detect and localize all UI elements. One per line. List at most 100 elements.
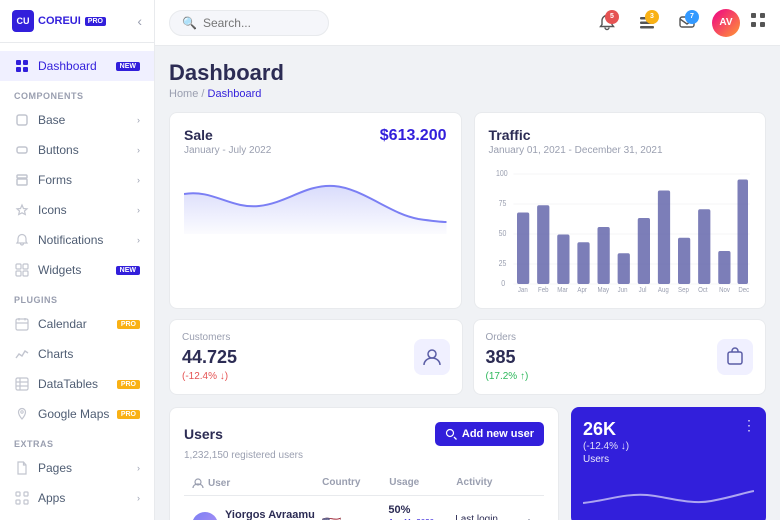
breadcrumb-current: Dashboard xyxy=(208,88,262,100)
sidebar-item-calendar[interactable]: Calendar PRO xyxy=(0,309,154,339)
user-avatar: YA xyxy=(192,512,218,520)
svg-text:Aug: Aug xyxy=(657,287,668,294)
traffic-card: Traffic January 01, 2021 - December 31, … xyxy=(474,112,767,309)
users-section: Users Add new user 1,232,150 registered … xyxy=(169,407,559,520)
sidebar-item-docs[interactable]: Docs xyxy=(0,513,154,520)
sidebar-item-label: Notifications xyxy=(38,233,103,247)
map-icon xyxy=(14,406,30,422)
sidebar-item-charts[interactable]: Charts xyxy=(0,339,154,369)
logo: CU COREUI PRO xyxy=(12,10,106,32)
svg-text:Apr: Apr xyxy=(577,287,587,294)
orders-label: Orders xyxy=(486,332,529,343)
metric-menu-button[interactable]: ⋮ xyxy=(742,417,756,434)
base-icon xyxy=(14,112,30,128)
chevron-icon: › xyxy=(137,205,140,215)
sidebar-item-label: Calendar xyxy=(38,317,87,331)
sidebar-item-dashboard[interactable]: Dashboard NEW xyxy=(0,51,154,81)
col-activity: Activity xyxy=(456,477,519,489)
add-user-button[interactable]: Add new user xyxy=(435,422,544,446)
customers-icon xyxy=(414,339,450,375)
sidebar-item-label: Widgets xyxy=(38,263,81,277)
sidebar-item-buttons[interactable]: Buttons › xyxy=(0,135,154,165)
sidebar-item-apps[interactable]: Apps › xyxy=(0,483,154,513)
section-plugins: PLUGINS xyxy=(0,285,154,309)
datatables-icon xyxy=(14,376,30,392)
section-components: COMPONENTS xyxy=(0,81,154,105)
list-button[interactable]: 3 xyxy=(632,8,662,38)
svg-text:0: 0 xyxy=(501,279,505,289)
metric-users-change: (-12.4% ↓) xyxy=(583,441,754,452)
svg-text:Feb: Feb xyxy=(538,287,549,294)
sidebar-item-pages[interactable]: Pages › xyxy=(0,453,154,483)
svg-text:Dec: Dec xyxy=(738,287,750,294)
logo-text: COREUI xyxy=(38,15,81,27)
apps-icon xyxy=(14,490,30,506)
sidebar-item-label: Google Maps xyxy=(38,407,109,421)
customers-stat-card: Customers 44.725 (-12.4% ↓) xyxy=(169,319,463,395)
sidebar-item-widgets[interactable]: Widgets NEW xyxy=(0,255,154,285)
sale-chart xyxy=(184,164,447,234)
search-input[interactable] xyxy=(203,16,303,30)
traffic-title: Traffic xyxy=(489,127,752,143)
col-user: User xyxy=(208,478,230,489)
search-box[interactable]: 🔍 xyxy=(169,10,329,36)
sidebar-item-forms[interactable]: Forms › xyxy=(0,165,154,195)
user-flag: 🇺🇸 xyxy=(322,515,385,520)
grid-apps-button[interactable] xyxy=(750,12,766,33)
page-title: Dashboard xyxy=(169,60,766,86)
chevron-icon: › xyxy=(137,145,140,155)
add-user-label: Add new user xyxy=(462,428,534,440)
pages-icon xyxy=(14,460,30,476)
orders-value: 385 xyxy=(486,347,529,368)
notifications-icon xyxy=(14,232,30,248)
sidebar-item-notifications[interactable]: Notifications › xyxy=(0,225,154,255)
table-row: YA Yiorgos Avraamu New | Registered: Jan… xyxy=(184,496,544,520)
widgets-icon xyxy=(14,262,30,278)
svg-text:50: 50 xyxy=(498,229,506,239)
metric-users-label: Users xyxy=(583,454,754,465)
metric-users-card: ⋮ 26K (-12.4% ↓) Users xyxy=(571,407,766,520)
avatar[interactable]: AV xyxy=(712,9,740,37)
sidebar-item-datatables[interactable]: DataTables PRO xyxy=(0,369,154,399)
svg-text:May: May xyxy=(597,287,609,294)
metric-users-chart xyxy=(583,473,754,513)
dashboard-icon xyxy=(14,58,30,74)
sidebar: CU COREUI PRO ‹ Dashboard NEW COMPONENTS… xyxy=(0,0,155,520)
orders-change: (17.2% ↑) xyxy=(486,371,529,382)
svg-text:Jul: Jul xyxy=(638,287,646,294)
notifications-bell-button[interactable]: 5 xyxy=(592,8,622,38)
breadcrumb-home[interactable]: Home xyxy=(169,88,198,100)
customers-label: Customers xyxy=(182,332,237,343)
chevron-icon: › xyxy=(137,493,140,503)
breadcrumb: Home / Dashboard xyxy=(169,88,766,100)
forms-icon xyxy=(14,172,30,188)
search-icon: 🔍 xyxy=(182,16,197,30)
sale-title: Sale xyxy=(184,127,271,143)
main-area: 🔍 5 3 7 AV Dashboard Home xyxy=(155,0,780,520)
pro-badge: PRO xyxy=(117,320,140,329)
svg-text:Nov: Nov xyxy=(719,287,731,294)
sidebar-toggle[interactable]: ‹ xyxy=(137,13,142,29)
logo-pro-badge: PRO xyxy=(85,17,106,26)
sidebar-item-label: Icons xyxy=(38,203,67,217)
svg-text:25: 25 xyxy=(498,259,506,269)
pro-badge: PRO xyxy=(117,380,140,389)
sale-period: January - July 2022 xyxy=(184,145,271,156)
stats-row: Customers 44.725 (-12.4% ↓) Orders 385 (… xyxy=(169,319,766,395)
chevron-icon: › xyxy=(137,175,140,185)
sidebar-item-label: Charts xyxy=(38,347,73,361)
sidebar-item-label: Buttons xyxy=(38,143,79,157)
header-actions: 5 3 7 AV xyxy=(592,8,766,38)
col-country: Country xyxy=(322,477,385,489)
messages-button[interactable]: 7 xyxy=(672,8,702,38)
section-extras: EXTRAS xyxy=(0,429,154,453)
sidebar-item-icons[interactable]: Icons › xyxy=(0,195,154,225)
sidebar-item-googlemaps[interactable]: Google Maps PRO xyxy=(0,399,154,429)
col-usage: Usage xyxy=(389,477,452,489)
row-menu-button[interactable]: ⋮ xyxy=(522,516,536,520)
svg-text:Jan: Jan xyxy=(517,287,527,294)
messages-badge: 7 xyxy=(685,10,699,24)
sidebar-item-base[interactable]: Base › xyxy=(0,105,154,135)
new-badge: NEW xyxy=(116,62,140,71)
icons-icon xyxy=(14,202,30,218)
